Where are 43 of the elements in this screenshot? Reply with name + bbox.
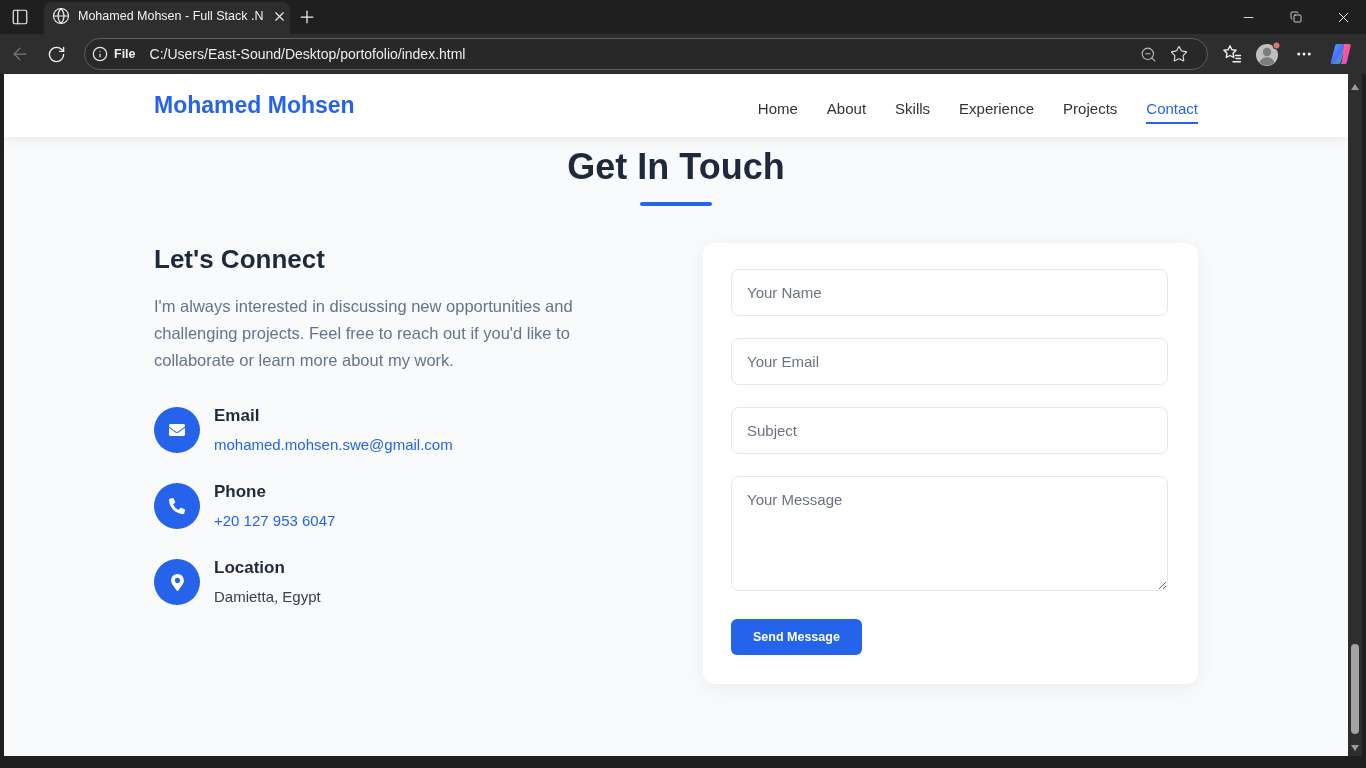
scroll-up-icon[interactable]: [1351, 84, 1359, 90]
map-pin-icon: [154, 559, 200, 605]
profile-icon[interactable]: [1255, 41, 1281, 67]
nav-link[interactable]: Skills: [895, 94, 931, 124]
nav-link[interactable]: Contact: [1146, 94, 1198, 124]
zoom-out-icon[interactable]: [1140, 45, 1157, 63]
nav-link[interactable]: Home: [757, 94, 798, 124]
scrollbar-thumb[interactable]: [1351, 644, 1359, 734]
reload-icon[interactable]: [46, 44, 66, 64]
address-bar[interactable]: File C:/Users/East-Sound/Desktop/portofolio/index.html: [84, 38, 1208, 70]
nav-link[interactable]: Experience: [959, 94, 1035, 124]
input-field[interactable]: Your Name: [731, 269, 1168, 316]
envelope-icon: [154, 407, 200, 453]
email-address-link[interactable]: mohamed.mohsen.swe@gmail.com: [214, 434, 453, 456]
input-field[interactable]: Your Email: [731, 338, 1168, 385]
star-icon[interactable]: [1170, 45, 1188, 63]
scrollbar[interactable]: [1348, 74, 1362, 756]
phone-number-link[interactable]: +20 127 953 6047: [214, 510, 336, 532]
input-field[interactable]: Subject: [731, 407, 1168, 454]
globe-icon: [52, 7, 70, 25]
sidebar-icon[interactable]: [11, 8, 29, 26]
restore-icon[interactable]: [1290, 11, 1302, 23]
contact-label: Email: [214, 405, 260, 427]
url-text[interactable]: C:/Users/East-Sound/Desktop/portofolio/index.html: [149, 46, 1134, 62]
contact-label: Phone: [214, 481, 266, 503]
connect-text: I'm always interested in discussing new opportunities and challenging projects. Feel free to reach out if you'd like to collaborate or learn more about my work.: [154, 296, 574, 371]
nav-link[interactable]: Projects: [1063, 94, 1118, 124]
location-text: Damietta, Egypt: [214, 587, 321, 607]
contact-label: Location: [214, 557, 285, 579]
site-logo[interactable]: Mohamed Mohsen: [154, 92, 355, 119]
send-message-button[interactable]: Send Message: [731, 619, 862, 655]
info-icon[interactable]: [92, 46, 108, 62]
phone-icon: [154, 483, 200, 529]
section-title: Get In Touch: [567, 145, 785, 188]
message-field[interactable]: Your Message: [731, 476, 1168, 591]
title-underline: [640, 202, 712, 206]
scroll-down-icon[interactable]: [1351, 745, 1359, 751]
copilot-logo-icon[interactable]: [1329, 42, 1353, 66]
favorites-icon[interactable]: [1222, 44, 1242, 64]
connect-heading: Let's Connect: [154, 244, 326, 275]
nav-link[interactable]: About: [826, 94, 867, 124]
browser-tab[interactable]: Mohamed Mohsen - Full Stack .N: [44, 2, 290, 34]
site-info-label[interactable]: File: [114, 47, 136, 61]
